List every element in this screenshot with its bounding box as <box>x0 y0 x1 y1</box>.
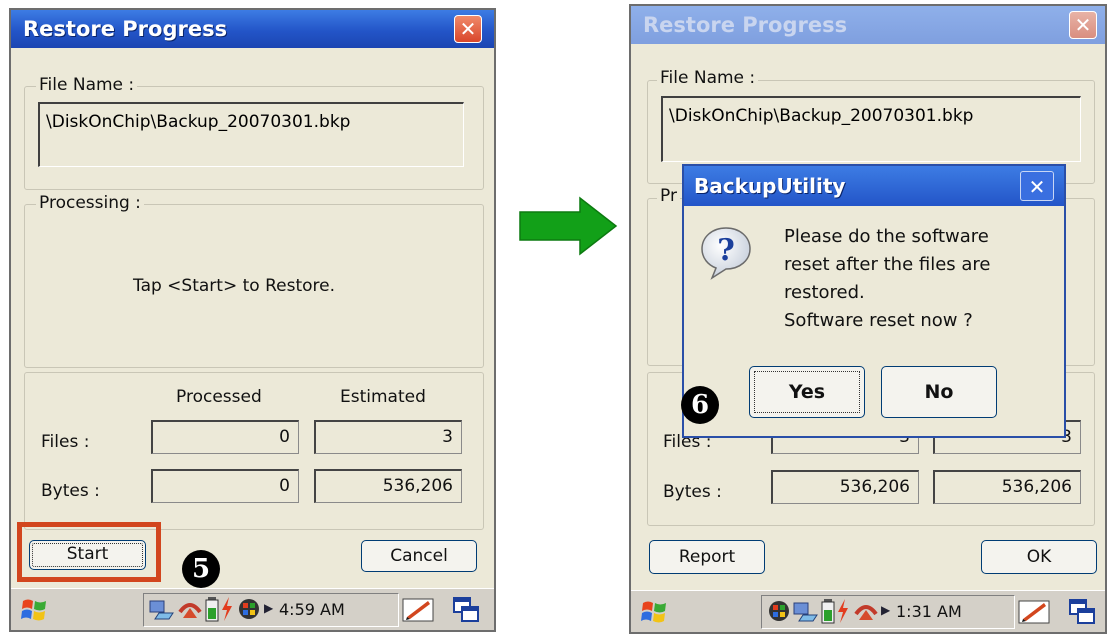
message-line-4: Software reset now ? <box>784 310 973 331</box>
no-button[interactable]: No <box>881 366 997 418</box>
battery-icon[interactable] <box>205 596 219 622</box>
message-line-3: restored. <box>784 282 865 303</box>
svg-text:?: ? <box>717 233 735 268</box>
tray-expand-icon[interactable]: ▶ <box>264 601 273 615</box>
power-icon[interactable] <box>836 598 850 624</box>
bytes-label: Bytes : <box>663 482 722 502</box>
network-icon[interactable] <box>793 601 819 623</box>
message-line-2: reset after the files are <box>784 254 991 275</box>
battery-icon[interactable] <box>821 598 835 624</box>
files-processed-field: 0 <box>151 420 299 454</box>
start-button[interactable]: Start <box>29 540 146 570</box>
bytes-estimated-field: 536,206 <box>314 469 462 503</box>
file-path-field: \DiskOnChip\Backup_20070301.bkp <box>661 96 1081 162</box>
file-path-field: \DiskOnChip\Backup_20070301.bkp <box>38 102 464 167</box>
cancel-button[interactable]: Cancel <box>361 540 477 572</box>
files-estimated-field: 3 <box>314 420 462 454</box>
processing-label: Processing : <box>36 193 144 213</box>
step-5-marker: 5 <box>182 550 220 588</box>
status-text: Tap <Start> to Restore. <box>133 276 335 296</box>
files-label: Files : <box>41 432 90 452</box>
file-name-label: File Name : <box>36 75 138 95</box>
dialog-title: BackupUtility <box>684 166 1064 206</box>
step-6-marker: 6 <box>681 386 719 424</box>
processed-header: Processed <box>176 387 262 407</box>
pen-input-icon[interactable] <box>1017 597 1051 627</box>
processing-label: Pr <box>657 186 680 206</box>
window-title: Restore Progress <box>11 10 494 48</box>
switch-windows-icon[interactable] <box>451 595 481 625</box>
transition-arrow <box>519 196 618 256</box>
clock: 1:31 AM <box>896 602 962 621</box>
color-icon[interactable] <box>767 599 791 623</box>
taskbar: ▶ 4:59 AM <box>11 588 494 630</box>
color-icon[interactable] <box>237 597 261 621</box>
left-screen: Restore Progress ✕ File Name : \DiskOnCh… <box>9 8 496 632</box>
window-title: Restore Progress <box>631 6 1105 44</box>
close-icon[interactable]: ✕ <box>1069 11 1097 39</box>
pen-input-icon[interactable] <box>401 595 435 625</box>
clock: 4:59 AM <box>279 600 345 619</box>
report-button[interactable]: Report <box>649 540 765 574</box>
ok-button[interactable]: OK <box>981 540 1097 574</box>
file-name-label: File Name : <box>657 68 759 88</box>
power-icon[interactable] <box>220 596 234 622</box>
sync-icon[interactable] <box>853 600 879 624</box>
backup-utility-dialog: BackupUtility ✕ ? Please do the software… <box>682 164 1066 438</box>
close-icon[interactable]: ✕ <box>454 15 482 43</box>
message-line-1: Please do the software <box>784 226 989 247</box>
windows-flag-icon[interactable] <box>21 597 49 623</box>
taskbar: ▶ 1:31 AM <box>631 590 1105 632</box>
switch-windows-icon[interactable] <box>1067 597 1097 627</box>
dialog-close-icon[interactable]: ✕ <box>1020 171 1054 201</box>
right-screen: Restore Progress ✕ File Name : \DiskOnCh… <box>629 4 1107 634</box>
sync-icon[interactable] <box>177 598 203 622</box>
network-icon[interactable] <box>149 599 175 621</box>
bytes-label: Bytes : <box>41 481 100 501</box>
windows-flag-icon[interactable] <box>641 599 669 625</box>
bytes-processed-field: 536,206 <box>771 470 919 504</box>
bytes-processed-field: 0 <box>151 469 299 503</box>
estimated-header: Estimated <box>340 387 426 407</box>
question-icon: ? <box>701 227 751 280</box>
bytes-estimated-field: 536,206 <box>933 470 1081 504</box>
tray-expand-icon[interactable]: ▶ <box>881 603 890 617</box>
yes-button[interactable]: Yes <box>749 366 865 418</box>
